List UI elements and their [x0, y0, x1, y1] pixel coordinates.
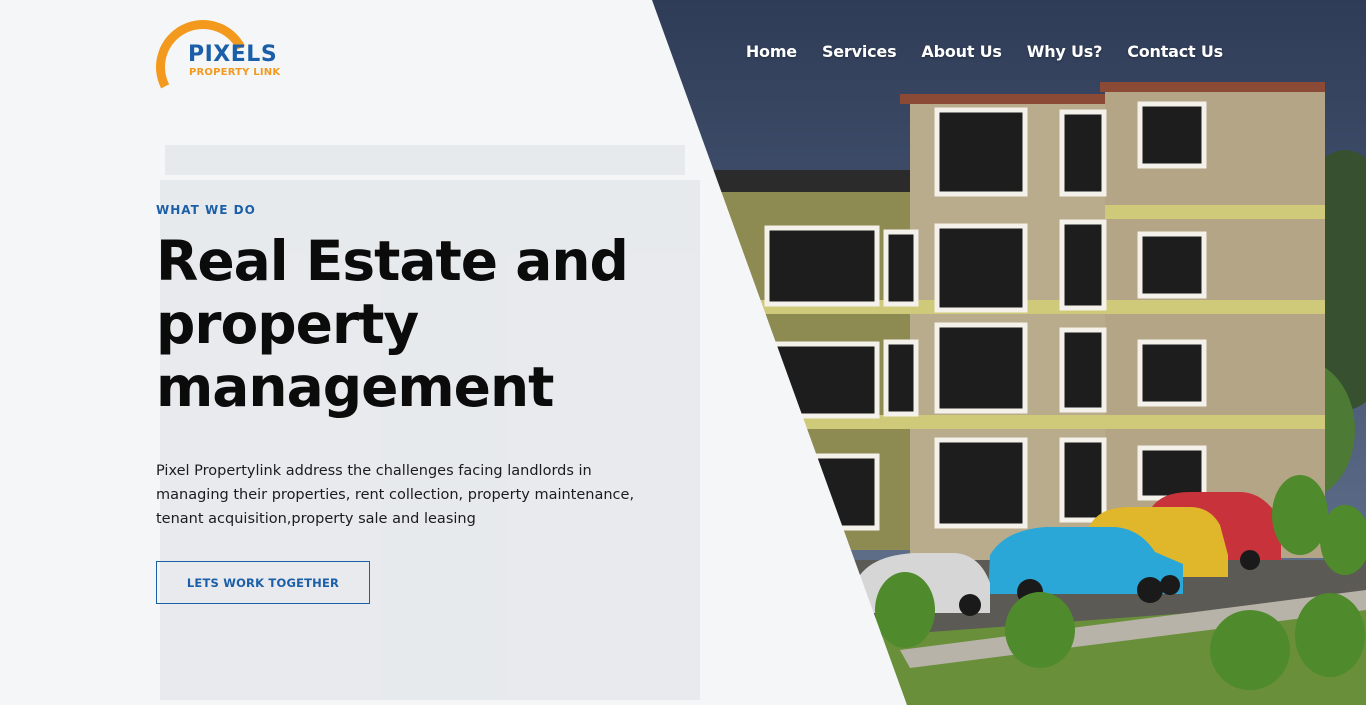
hero-description: Pixel Propertylink address the challenge… [156, 459, 646, 531]
nav-home[interactable]: Home [746, 42, 797, 61]
hero-description-line: Pixel Propertylink address the challenge… [156, 463, 592, 479]
hero-description-line: tenant acquisition,property sale and lea… [156, 511, 476, 527]
lets-work-together-button[interactable]: LETS WORK TOGETHER [156, 561, 370, 604]
nav-why-us[interactable]: Why Us? [1027, 42, 1103, 61]
nav-contact-us[interactable]: Contact Us [1127, 42, 1223, 61]
main-nav: Home Services About Us Why Us? Contact U… [746, 42, 1223, 61]
hero-title-line: Real Estate and [156, 229, 629, 293]
nav-about-us[interactable]: About Us [921, 42, 1002, 61]
nav-services[interactable]: Services [822, 42, 897, 61]
hero-title-line: management [156, 355, 554, 419]
logo-wordmark: PIXELS [188, 42, 278, 67]
pixels-property-link-logo[interactable]: PIXELS PROPERTY LINK [143, 7, 286, 127]
hero-title-line: property [156, 292, 419, 356]
logo-tagline: PROPERTY LINK [189, 67, 281, 78]
hero-title: Real Estate and property management [156, 230, 676, 419]
hero-eyebrow: WHAT WE DO [156, 203, 256, 217]
hero-description-line: managing their properties, rent collecti… [156, 487, 635, 503]
